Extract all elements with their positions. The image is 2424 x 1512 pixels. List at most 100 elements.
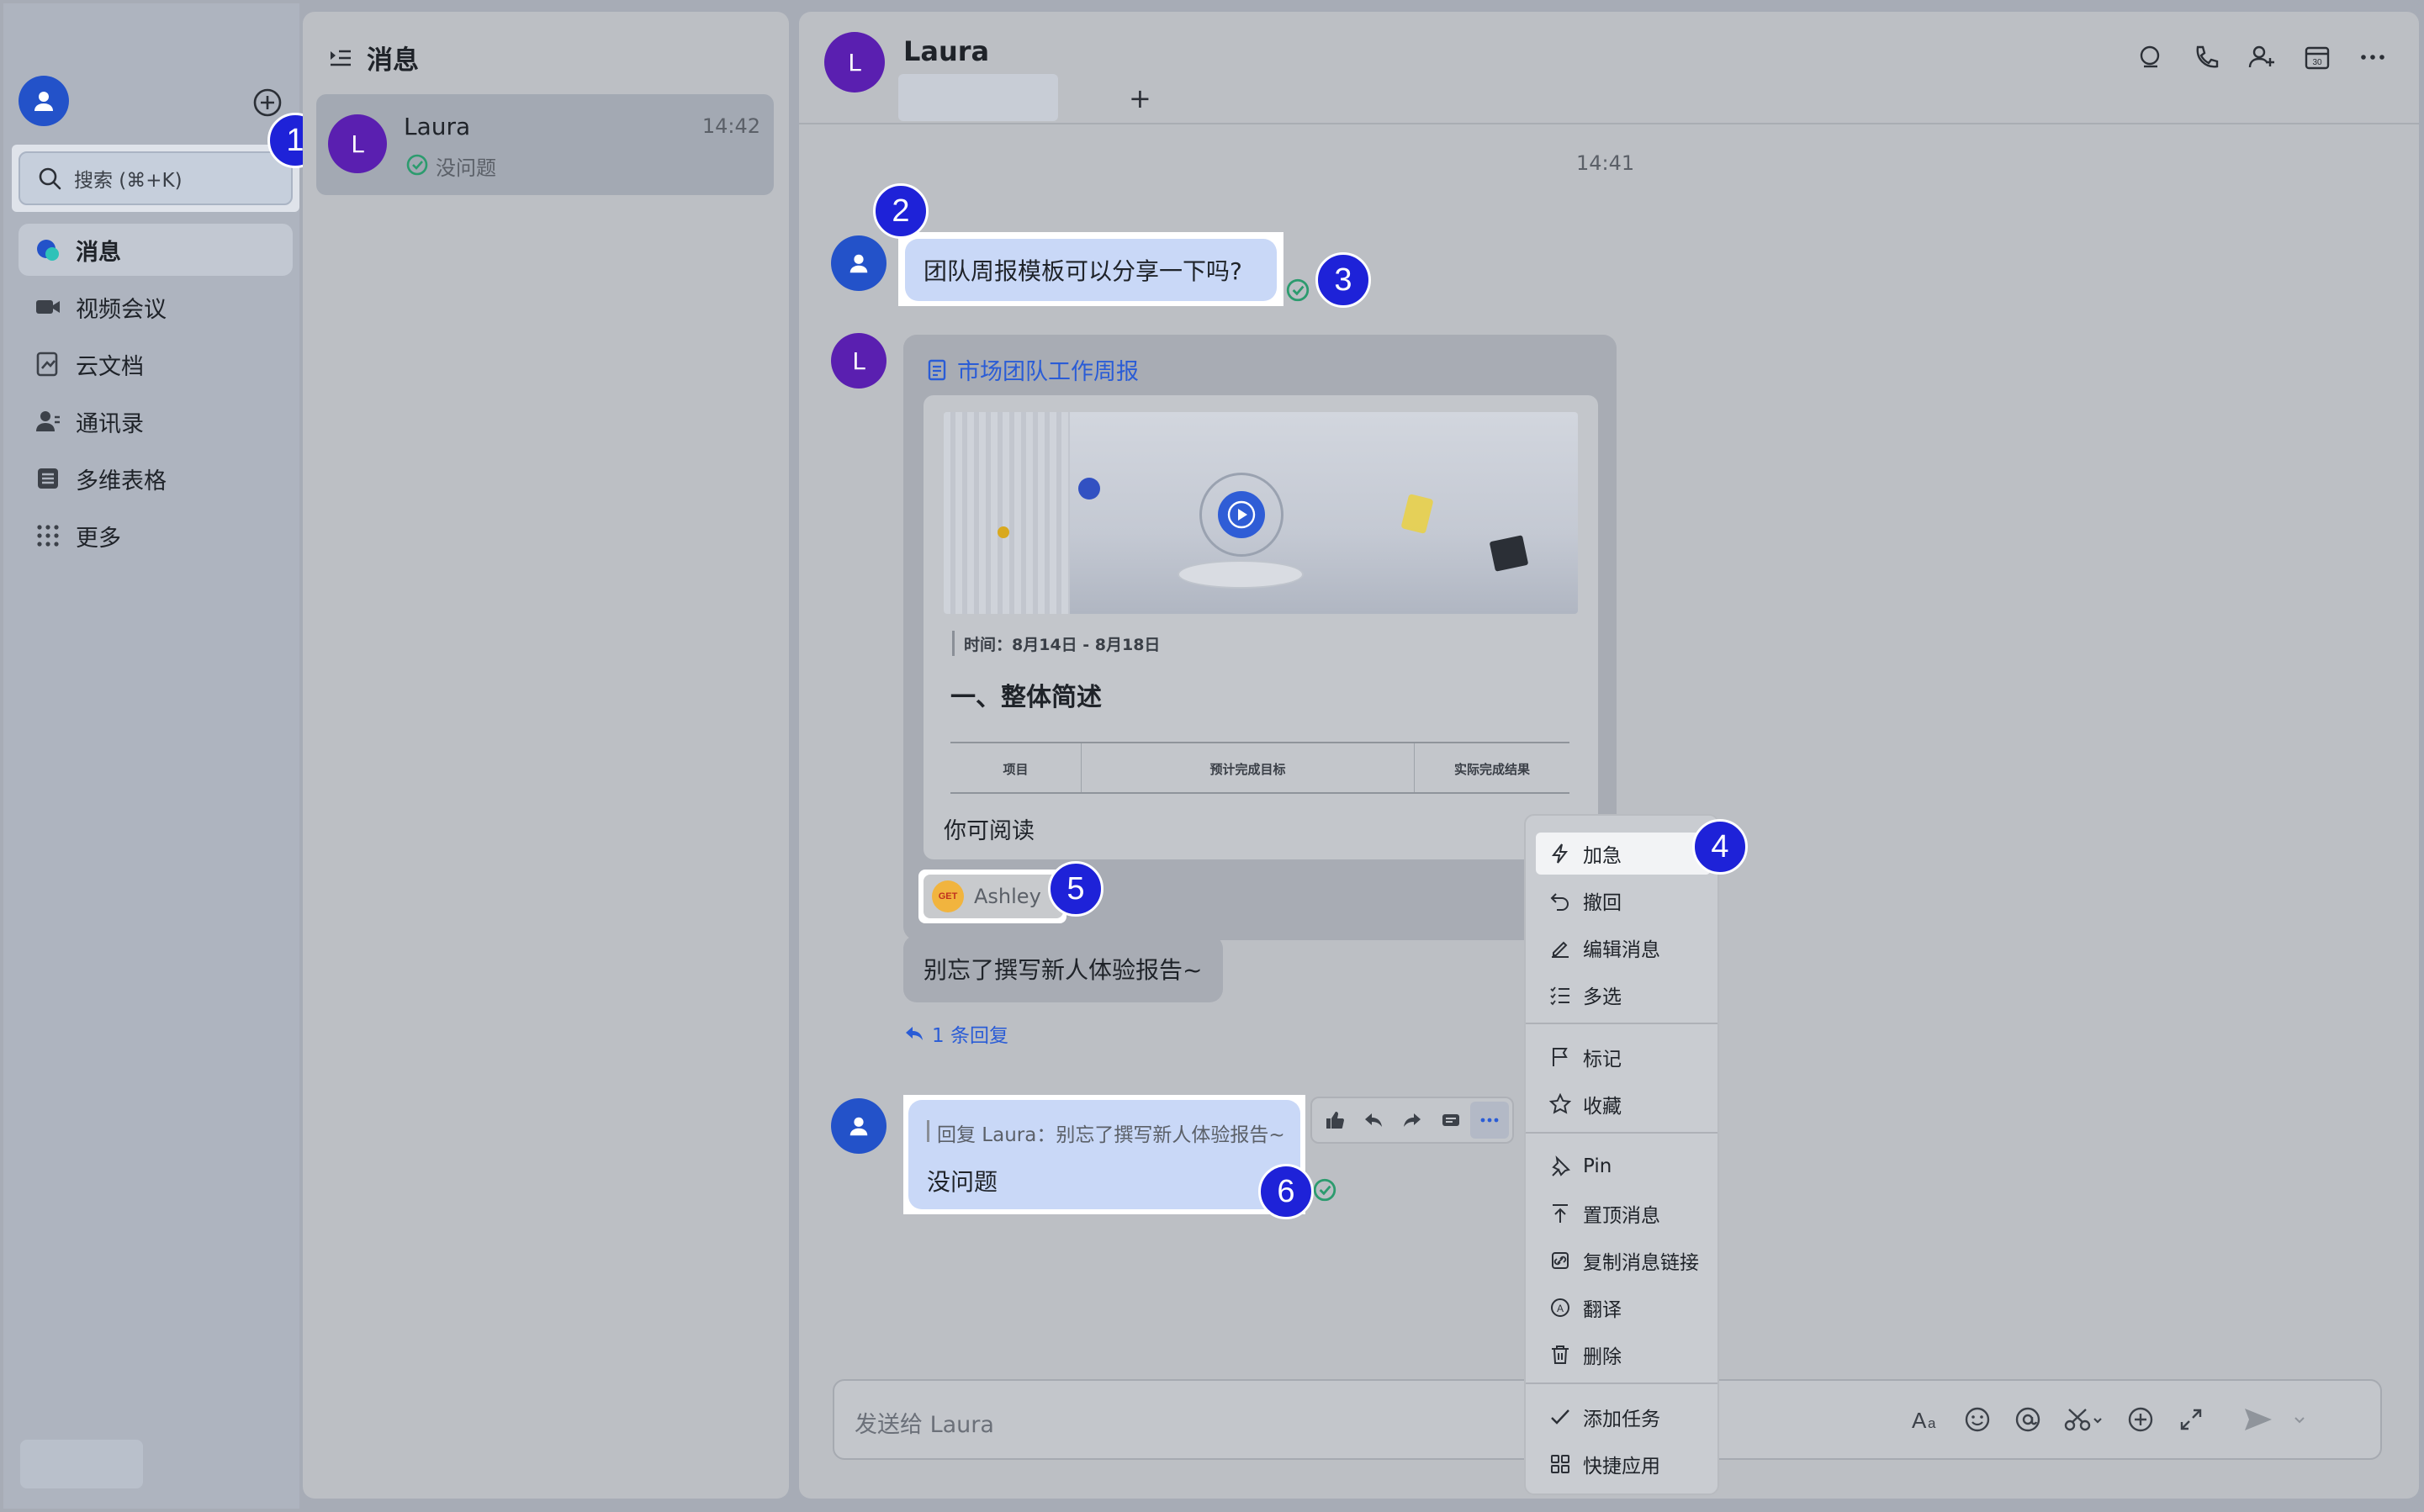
nav-label: 多维表格 [76,468,167,494]
emoji-button[interactable] [1958,1401,1997,1438]
pin-icon [1552,1155,1570,1176]
menu-item-translate[interactable]: A 翻译 [1536,1287,1711,1329]
table-header-cell: 实际完成结果 [1453,762,1530,777]
at-icon [2015,1407,2040,1432]
glass-cup-decoration [1400,493,1434,535]
quote-bar [927,1120,929,1142]
bolt-icon [1551,843,1569,864]
add-attachment-button[interactable] [2121,1401,2160,1438]
call-button[interactable] [2187,39,2226,76]
reply-thread-link[interactable]: 1 条回复 [903,1019,1008,1048]
plus-circle-icon [2128,1407,2153,1432]
chevron-down-icon [2294,1417,2305,1424]
menu-label: 删除 [1583,1346,1622,1368]
chat-list-header: 消息 [328,39,419,77]
trash-icon [1552,1345,1569,1364]
menu-label: 置顶消息 [1583,1205,1660,1227]
forward-icon [1404,1113,1421,1127]
menu-label: 编辑消息 [1583,939,1660,961]
person-icon [849,1117,868,1136]
screenshot-button[interactable] [2059,1401,2109,1438]
annotation-badge-5: 5 [1048,861,1104,917]
link-icon [1552,1252,1569,1269]
menu-item-edit[interactable]: 编辑消息 [1536,927,1711,969]
format-button[interactable]: Aa [1908,1401,1946,1438]
reaction-chip[interactable]: GET Ashley [924,875,1063,918]
play-icon [1227,500,1256,529]
mention-button[interactable] [2009,1401,2047,1438]
thread-icon [1442,1114,1459,1126]
doc-cover-image [944,412,1578,614]
reply-icon [1365,1113,1382,1127]
send-button[interactable] [2239,1401,2278,1438]
header-divider [799,123,2419,124]
menu-item-delete[interactable]: 删除 [1536,1334,1711,1376]
menu-item-urgent[interactable]: 加急 [1536,833,1711,875]
menu-item-recall[interactable]: 撤回 [1536,880,1711,922]
table-header-cell: 项目 [950,743,1082,792]
new-chat-button[interactable] [252,87,283,118]
search-icon [39,167,61,190]
menu-label: 撤回 [1583,892,1622,914]
message-text: 没问题 [927,1168,998,1196]
add-member-button[interactable] [2242,39,2281,76]
svg-text:30: 30 [2312,58,2322,67]
doc-title-text: 市场团队工作周报 [957,359,1139,385]
more-horizontal-icon [1480,1118,1499,1123]
collapse-list-icon[interactable] [328,45,353,71]
get-sticker-icon: GET [932,880,964,912]
clapperboard-icon [1489,535,1529,572]
expand-button[interactable] [2172,1401,2210,1438]
chat-list-panel: 消息 L Laura 14:42 没问题 [303,12,789,1499]
search-box[interactable]: 搜索 (⌘+K) [19,151,293,205]
reply-button[interactable] [1354,1102,1393,1139]
nav-item-base[interactable]: 多维表格 [19,452,293,505]
undo-icon [1550,893,1569,911]
menu-item-favorite[interactable]: 收藏 [1536,1083,1711,1125]
calendar-button[interactable]: 30 [2298,39,2337,76]
send-options-button[interactable] [2289,1401,2310,1438]
nav-item-contacts[interactable]: 通讯录 [19,395,293,447]
thread-button[interactable] [1432,1102,1470,1139]
svg-text:a: a [1928,1415,1936,1431]
menu-item-flag[interactable]: 标记 [1536,1036,1711,1078]
phone-icon [2196,45,2219,68]
menu-label: 快捷应用 [1583,1456,1660,1478]
menu-item-pin-top[interactable]: 置顶消息 [1536,1192,1711,1234]
play-button[interactable] [1218,491,1265,538]
doc-permission-text: 你可阅读 [944,818,1035,844]
nav-item-video[interactable]: 视频会议 [19,281,293,333]
edit-icon [1552,941,1569,958]
forward-button[interactable] [1393,1102,1432,1139]
menu-item-add-task[interactable]: 添加任务 [1536,1396,1711,1438]
add-tab-button[interactable]: + [1129,82,1151,114]
nav-item-more[interactable]: 更多 [19,510,293,562]
my-avatar[interactable] [19,76,69,126]
blurred-tab [898,74,1058,121]
search-chat-button[interactable] [2131,39,2170,76]
more-actions-button[interactable] [1470,1102,1509,1139]
chat-list-title: 消息 [367,45,419,76]
message-bubble[interactable]: 团队周报模板可以分享一下吗? [905,239,1277,301]
menu-item-copy-link[interactable]: 复制消息链接 [1536,1240,1711,1282]
message-bubble[interactable]: 别忘了撰写新人体验报告~ [903,935,1223,1002]
menu-item-pin[interactable]: Pin [1536,1145,1711,1187]
menu-item-quick-apps[interactable]: 快捷应用 [1536,1443,1711,1485]
reply-message-bubble[interactable]: 回复 Laura：别忘了撰写新人体验报告~ 没问题 [908,1100,1300,1209]
nav-item-messages[interactable]: 消息 [19,224,293,276]
nav-item-docs[interactable]: 云文档 [19,338,293,390]
thumbs-up-icon [1326,1112,1344,1129]
message-preview: 没问题 [436,156,496,180]
video-icon [36,300,60,314]
menu-item-multiselect[interactable]: 多选 [1536,974,1711,1016]
menu-label: 复制消息链接 [1583,1252,1699,1274]
like-button[interactable] [1315,1102,1354,1139]
doc-card-title[interactable]: 市场团队工作周报 [925,353,1139,386]
header-avatar[interactable]: L [824,32,885,93]
sender-avatar [831,235,887,291]
search-placeholder: 搜索 (⌘+K) [74,170,183,192]
menu-divider [1526,1382,1717,1384]
chat-list-item-laura[interactable]: L Laura 14:42 没问题 [316,94,774,195]
more-options-button[interactable] [2353,39,2392,76]
message-text: 别忘了撰写新人体验报告~ [924,956,1203,984]
